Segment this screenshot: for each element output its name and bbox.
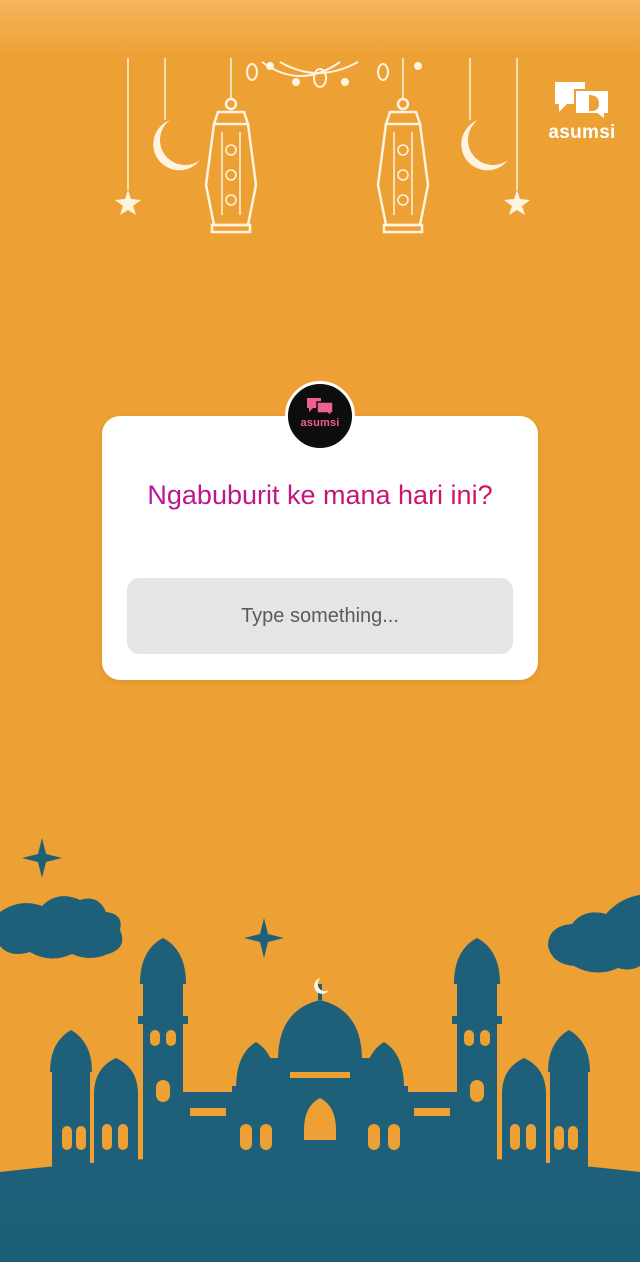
avatar: asumsi bbox=[285, 381, 355, 451]
top-blur-overlay bbox=[0, 0, 640, 58]
moon-icon bbox=[153, 120, 200, 171]
star-icon bbox=[115, 190, 141, 215]
cloud-icon bbox=[0, 896, 123, 959]
chat-bubbles-icon bbox=[307, 398, 334, 416]
cloud-icon bbox=[548, 895, 640, 973]
moon-icon bbox=[461, 120, 508, 171]
sparkle-icon bbox=[244, 918, 284, 958]
lantern-icon bbox=[376, 97, 430, 234]
lantern-icon bbox=[204, 97, 258, 234]
star-icon bbox=[504, 190, 530, 215]
question-sticker: Ngabuburit ke mana hari ini? Type someth… bbox=[102, 416, 538, 680]
chat-bubbles-icon bbox=[555, 82, 610, 122]
avatar-label: asumsi bbox=[300, 417, 340, 429]
answer-input[interactable]: Type something... bbox=[127, 578, 513, 654]
sparkle-icon bbox=[22, 838, 62, 878]
brand-logo: asumsi bbox=[542, 78, 622, 148]
hanging-strings bbox=[127, 58, 518, 190]
garland-ornament bbox=[246, 61, 422, 88]
brand-name: asumsi bbox=[548, 122, 616, 143]
question-text: Ngabuburit ke mana hari ini? bbox=[122, 476, 518, 514]
story-canvas: asumsi Ngabuburit ke mana hari ini? Type… bbox=[0, 0, 640, 1262]
bottom-blur-overlay bbox=[0, 1202, 640, 1262]
